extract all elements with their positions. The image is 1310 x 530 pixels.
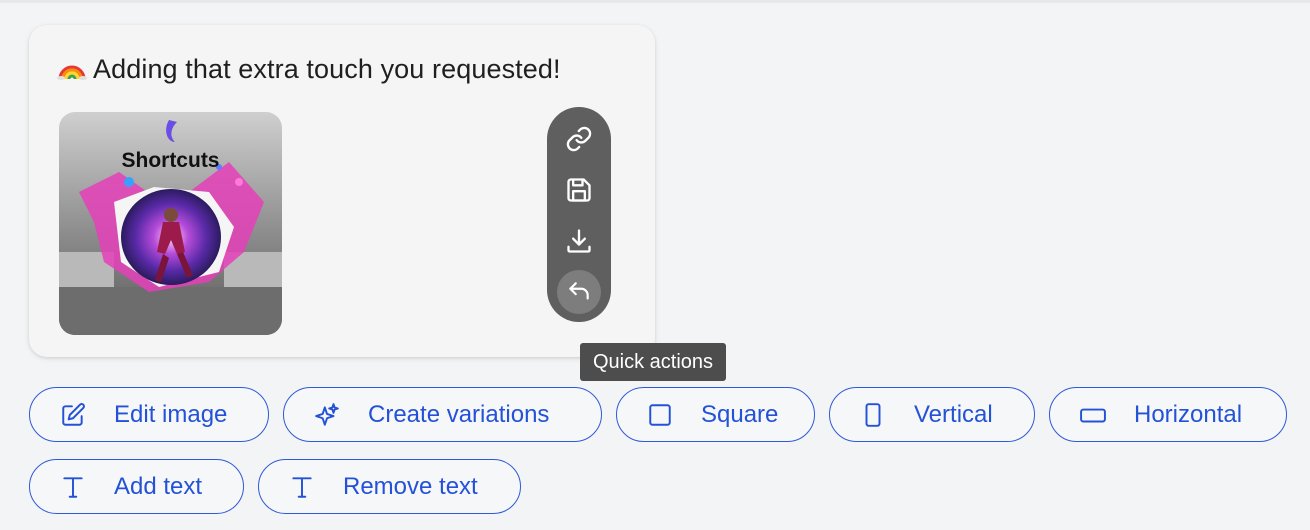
image-artwork	[59, 112, 282, 335]
image-overlay-text: Shortcuts	[121, 149, 220, 172]
vertical-button[interactable]: Vertical	[829, 387, 1035, 442]
square-button[interactable]: Square	[616, 387, 815, 442]
add-text-label: Add text	[114, 473, 203, 500]
quick-actions-toolbar	[547, 107, 611, 322]
message-text: Adding that extra touch you requested!	[57, 54, 561, 85]
link-icon	[566, 126, 592, 152]
create-variations-label: Create variations	[368, 401, 550, 428]
reply-button[interactable]	[557, 270, 601, 314]
copy-link-button[interactable]	[557, 117, 601, 161]
vertical-rect-icon	[865, 403, 881, 427]
download-button[interactable]	[557, 219, 601, 263]
download-icon	[567, 229, 591, 253]
text-icon	[63, 477, 83, 498]
create-variations-button[interactable]: Create variations	[283, 387, 602, 442]
horizontal-rect-icon	[1080, 408, 1106, 423]
sparkle-icon	[315, 403, 339, 426]
reply-icon	[569, 282, 589, 300]
assistant-message-card: Adding that extra touch you requested! S…	[29, 25, 655, 357]
remove-text-button[interactable]: Remove text	[258, 459, 521, 514]
vertical-label: Vertical	[914, 401, 993, 428]
horizontal-button[interactable]: Horizontal	[1049, 387, 1287, 442]
square-label: Square	[701, 401, 779, 428]
save-button[interactable]	[557, 168, 601, 212]
add-text-button[interactable]: Add text	[29, 459, 244, 514]
quick-actions-tooltip: Quick actions	[580, 343, 727, 381]
edit-image-label: Edit image	[114, 401, 228, 428]
save-icon	[567, 178, 591, 202]
generated-image[interactable]: Shortcuts	[59, 112, 282, 335]
edit-image-button[interactable]: Edit image	[29, 387, 269, 442]
edit-icon	[62, 403, 85, 426]
rainbow-icon	[57, 65, 87, 80]
top-divider	[0, 0, 1310, 3]
square-icon	[649, 404, 671, 426]
remove-text-label: Remove text	[343, 473, 478, 500]
message-label: Adding that extra touch you requested!	[93, 54, 561, 84]
horizontal-label: Horizontal	[1134, 401, 1243, 428]
text-icon	[292, 477, 312, 498]
